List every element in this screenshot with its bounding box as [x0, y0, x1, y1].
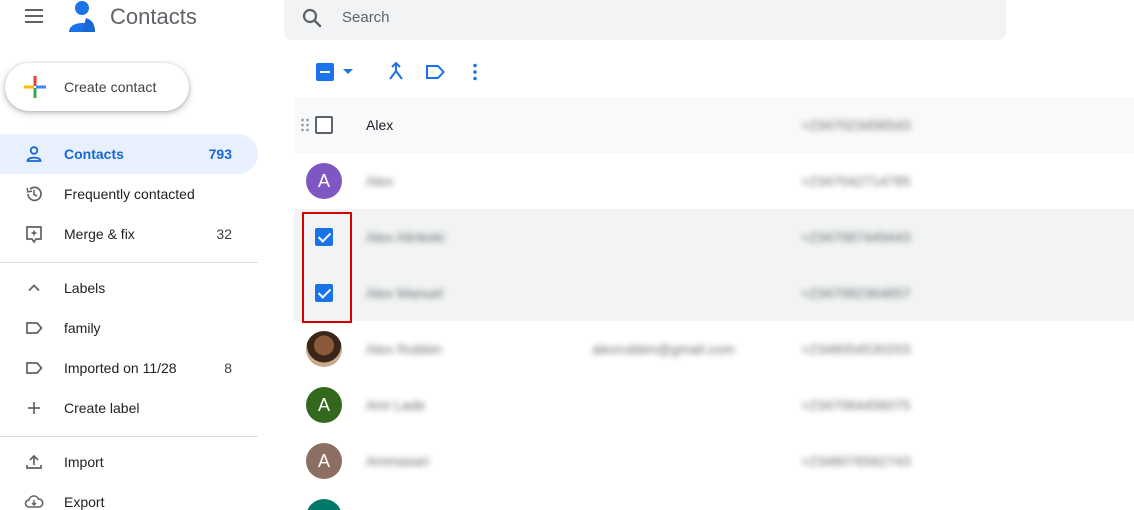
- person-icon: [26, 146, 42, 162]
- sidebar-item-contacts[interactable]: Contacts 793: [0, 134, 258, 174]
- search-bar[interactable]: [284, 0, 1006, 40]
- sidebar-item-label: Import: [64, 454, 104, 470]
- contact-phone: +2347042714785: [801, 173, 911, 189]
- avatar-photo: [306, 331, 342, 367]
- contact-phone: +2348054530203: [801, 341, 911, 357]
- contact-row[interactable]: A Ammasari +2348076562743: [294, 433, 1134, 489]
- dropdown-caret-icon[interactable]: [343, 69, 353, 74]
- cloud-download-icon: [24, 495, 44, 508]
- sidebar-divider: [0, 262, 258, 263]
- labels-header: Labels: [64, 280, 106, 296]
- contact-name: Ami Lade: [366, 397, 426, 413]
- more-vert-icon[interactable]: [466, 62, 484, 82]
- sidebar-item-label-family[interactable]: family: [0, 308, 258, 348]
- label-icon[interactable]: [424, 62, 446, 82]
- sidebar-item-label: Imported on 11/28: [64, 360, 177, 376]
- history-icon: [26, 186, 42, 202]
- contact-name: Alex Rubbin: [366, 341, 442, 357]
- avatar: A: [306, 163, 342, 199]
- search-icon[interactable]: [300, 6, 324, 30]
- labels-section-toggle[interactable]: Labels: [0, 268, 258, 308]
- multicolor-plus-icon: [24, 76, 46, 98]
- contact-name: Alex: [366, 173, 394, 189]
- avatar: [306, 499, 342, 510]
- drag-handle-icon[interactable]: [300, 117, 310, 133]
- contact-phone: +2347064456075: [801, 397, 911, 413]
- contact-phone: +2347023456543: [801, 117, 911, 133]
- contact-checkbox-checked[interactable]: [315, 284, 333, 302]
- select-all-checkbox[interactable]: [316, 63, 334, 81]
- avatar: A: [306, 443, 342, 479]
- contact-row[interactable]: A Ami Lade +2347064456075: [294, 377, 1134, 433]
- contact-row[interactable]: Alex +2347023456543: [294, 97, 1134, 153]
- contact-checkbox[interactable]: [315, 116, 333, 134]
- create-contact-button[interactable]: Create contact: [5, 63, 189, 111]
- sidebar-item-label: Frequently contacted: [64, 186, 195, 202]
- label-icon: [26, 362, 43, 374]
- contact-name: Ammasari: [366, 453, 430, 469]
- chevron-up-icon: [28, 284, 40, 292]
- merge-fix-icon: [26, 226, 42, 244]
- sidebar-item-export[interactable]: Export: [0, 482, 258, 510]
- contact-row[interactable]: Alex Alinkeki +2347087449443: [294, 209, 1134, 265]
- contacts-count: 793: [208, 146, 232, 162]
- create-label-button[interactable]: Create label: [0, 388, 258, 428]
- main-menu-button[interactable]: [22, 6, 46, 26]
- avatar: A: [306, 387, 342, 423]
- sidebar-item-label: family: [64, 320, 101, 336]
- contact-checkbox-checked[interactable]: [315, 228, 333, 246]
- search-input[interactable]: [342, 6, 982, 28]
- sidebar-item-label: Export: [64, 494, 105, 510]
- sidebar-divider: [0, 436, 258, 437]
- sidebar-item-label: Merge & fix: [64, 226, 135, 242]
- contact-email: alexrubbin@gmail.com: [592, 341, 735, 357]
- label-icon: [26, 322, 43, 334]
- sidebar-item-merge-fix[interactable]: Merge & fix 32: [0, 214, 258, 254]
- app-title: Contacts: [110, 4, 197, 29]
- merge-icon[interactable]: [386, 61, 406, 83]
- sidebar-item-frequently-contacted[interactable]: Frequently contacted: [0, 174, 258, 214]
- create-label-text: Create label: [64, 400, 140, 416]
- contact-phone: +2347087449443: [801, 229, 911, 245]
- merge-fix-count: 32: [216, 226, 232, 242]
- plus-icon: [28, 402, 40, 414]
- contact-phone: +2347082364857: [801, 285, 911, 301]
- contact-phone: +2348076562743: [801, 453, 911, 469]
- contact-row[interactable]: [294, 489, 1134, 510]
- sidebar-item-import[interactable]: Import: [0, 442, 258, 482]
- contact-name: Alex Manuel: [366, 285, 444, 301]
- contact-row[interactable]: A Alex +2347042714785: [294, 153, 1134, 209]
- contact-name: Alex Alinkeki: [366, 229, 445, 245]
- imported-count: 8: [224, 360, 232, 376]
- sidebar-item-label: Contacts: [64, 146, 124, 162]
- contacts-logo-icon: [69, 1, 95, 32]
- contact-row[interactable]: Alex Manuel +2347082364857: [294, 265, 1134, 321]
- create-contact-label: Create contact: [64, 79, 157, 95]
- contact-row[interactable]: Alex Rubbin alexrubbin@gmail.com +234805…: [294, 321, 1134, 377]
- upload-icon: [26, 454, 42, 469]
- sidebar-item-label-imported[interactable]: Imported on 11/28 8: [0, 348, 258, 388]
- contact-name: Alex: [366, 117, 394, 133]
